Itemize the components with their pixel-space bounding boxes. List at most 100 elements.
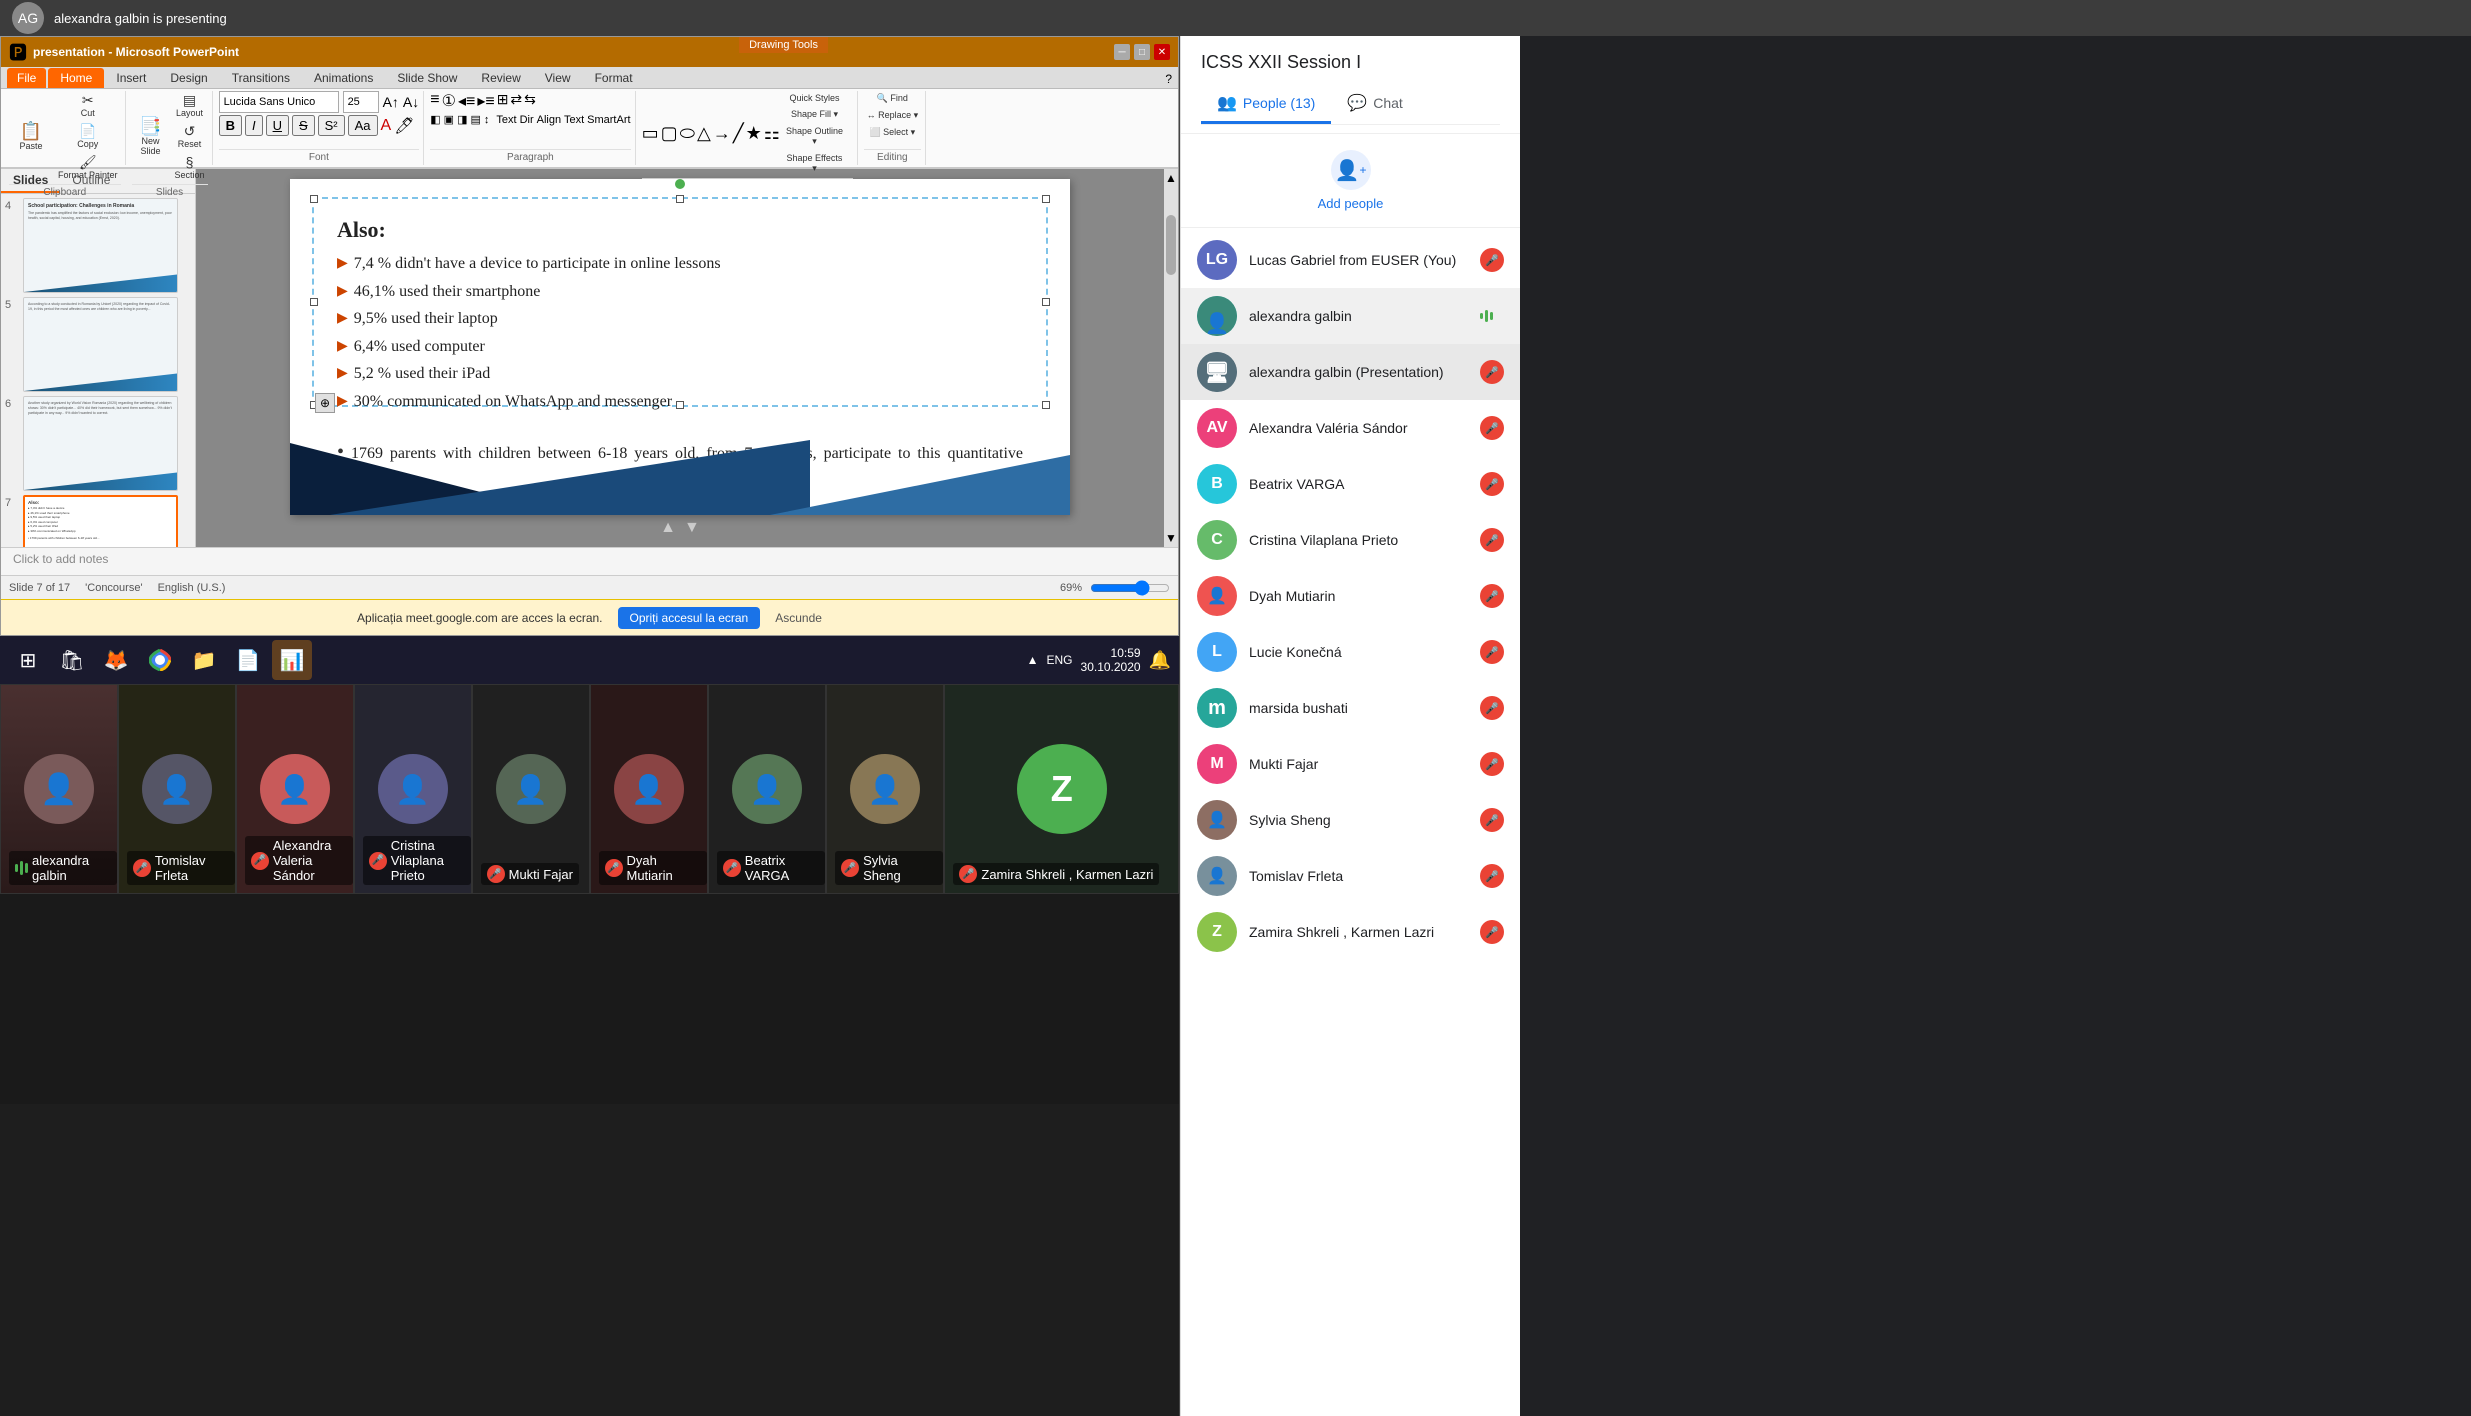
shadow-button[interactable]: S² xyxy=(318,115,345,136)
new-slide-button[interactable]: 📑 NewSlide xyxy=(132,114,170,159)
tab-transitions[interactable]: Transitions xyxy=(220,68,302,88)
resize-handle[interactable]: ⊕ xyxy=(315,393,335,413)
replace-button[interactable]: ↔ Replace ▾ xyxy=(864,108,922,123)
align-center-button[interactable]: ▣ xyxy=(444,113,454,126)
store-button[interactable]: 🛍 xyxy=(52,640,92,680)
pdf-button[interactable]: 📄 xyxy=(228,640,268,680)
tab-insert[interactable]: Insert xyxy=(104,68,158,88)
quick-styles-button[interactable]: Quick Styles xyxy=(783,91,846,105)
slide-thumb-5[interactable]: 5 According to a study conducted in Roma… xyxy=(5,297,191,392)
shape-outline-button[interactable]: Shape Outline ▾ xyxy=(783,124,846,149)
people-tab[interactable]: 👥 People (13) xyxy=(1201,85,1331,124)
shape-rounded[interactable]: ▢ xyxy=(661,123,678,144)
select-button[interactable]: ⬜ Select ▾ xyxy=(866,125,918,140)
dismiss-button[interactable]: Ascunde xyxy=(775,611,822,625)
shape-effects-button[interactable]: Shape Effects ▾ xyxy=(783,151,846,176)
chrome-button[interactable] xyxy=(140,640,180,680)
font-color-button[interactable]: A xyxy=(381,117,392,135)
rtl-button[interactable]: ⇄ xyxy=(510,91,522,111)
scroll-up[interactable]: ▲ xyxy=(1165,171,1177,185)
arrange-button[interactable]: ⚏ xyxy=(764,123,780,144)
inc-indent-button[interactable]: ▸≡ xyxy=(477,91,494,111)
copy-button[interactable]: 📄Copy xyxy=(55,122,121,151)
participant-beatrix: B Beatrix VARGA 🎤 xyxy=(1181,456,1520,512)
ppt-taskbar-button[interactable]: 📊 xyxy=(272,640,312,680)
ribbon-group-clipboard: 📋 Paste ✂Cut 📄Copy 🖌Format Painter Clipb… xyxy=(5,91,126,165)
align-right-button[interactable]: ◨ xyxy=(457,113,467,126)
tab-format[interactable]: Format xyxy=(583,68,645,88)
align-text-button[interactable]: Align Text xyxy=(537,114,585,126)
tab-review[interactable]: Review xyxy=(469,68,532,88)
close-button[interactable]: ✕ xyxy=(1154,44,1170,60)
tab-design[interactable]: Design xyxy=(158,68,219,88)
slide-notes[interactable]: Click to add notes xyxy=(1,547,1178,575)
add-people-button[interactable]: 👤+ xyxy=(1331,150,1371,190)
layout-button[interactable]: ▤Layout xyxy=(172,91,208,120)
firefox-button[interactable]: 🦊 xyxy=(96,640,136,680)
scroll-thumb[interactable] xyxy=(1166,215,1176,275)
cut-button[interactable]: ✂Cut xyxy=(55,91,121,120)
shape-oval[interactable]: ⬭ xyxy=(680,123,695,144)
align-left-button[interactable]: ◧ xyxy=(430,113,440,126)
tab-file[interactable]: File xyxy=(7,68,46,88)
justify-button[interactable]: ▤ xyxy=(470,113,480,126)
reset-button[interactable]: ↺Reset xyxy=(172,122,208,151)
line-spacing-button[interactable]: ↕ xyxy=(484,114,490,126)
start-button[interactable]: ⊞ xyxy=(8,640,48,680)
slide-thumb-4[interactable]: 4 School participation: Challenges in Ro… xyxy=(5,198,191,293)
font-grow[interactable]: A↑ xyxy=(383,94,399,110)
font-shrink[interactable]: A↓ xyxy=(403,94,419,110)
italic-button[interactable]: I xyxy=(245,115,263,136)
bold-button[interactable]: B xyxy=(219,115,242,136)
slide-thumb-6[interactable]: 6 Another study organized by World Visio… xyxy=(5,396,191,491)
find-button[interactable]: 🔍 Find xyxy=(874,91,911,106)
next-slide-btn[interactable]: ▼ xyxy=(684,519,700,537)
smartart-button[interactable]: SmartArt xyxy=(587,114,630,126)
shape-line[interactable]: ╱ xyxy=(733,123,744,144)
maximize-button[interactable]: □ xyxy=(1134,44,1150,60)
notification-text: Aplicația meet.google.com are acces la e… xyxy=(357,611,602,625)
highlight-button[interactable]: 🖊 xyxy=(394,116,414,136)
tab-home[interactable]: Home xyxy=(48,68,104,88)
window-controls: ─ □ ✕ xyxy=(1114,44,1170,60)
zoom-slider[interactable] xyxy=(1090,580,1170,596)
numbering-button[interactable]: ① xyxy=(442,91,456,111)
ribbon-collapse[interactable]: ? xyxy=(1159,70,1178,88)
shape-fill-button[interactable]: Shape Fill ▾ xyxy=(783,107,846,122)
shape-rect[interactable]: ▭ xyxy=(642,123,659,144)
prev-slide-btn[interactable]: ▲ xyxy=(660,519,676,537)
top-bar: AG alexandra galbin is presenting xyxy=(0,0,2471,36)
chat-tab-icon: 💬 xyxy=(1347,93,1367,113)
tab-slideshow[interactable]: Slide Show xyxy=(385,68,469,88)
bullets-button[interactable]: ≡ xyxy=(430,91,439,111)
shape-star[interactable]: ★ xyxy=(746,123,762,144)
slide-scrollbar[interactable]: ▲ ▼ xyxy=(1164,169,1178,547)
strikethrough-button[interactable]: S xyxy=(292,115,315,136)
case-button[interactable]: Aa xyxy=(348,115,378,136)
format-painter-button[interactable]: 🖌Format Painter xyxy=(55,153,121,182)
name-lucie: Lucie Konečná xyxy=(1249,644,1468,660)
folder-button[interactable]: 📁 xyxy=(184,640,224,680)
minimize-button[interactable]: ─ xyxy=(1114,44,1130,60)
mute-zamira: 🎤 xyxy=(1480,920,1504,944)
underline-button[interactable]: U xyxy=(266,115,289,136)
col-button[interactable]: ⊞ xyxy=(497,91,509,111)
notifications-icon[interactable]: 🔔 xyxy=(1149,650,1171,671)
ltr-button[interactable]: ⇆ xyxy=(524,91,536,111)
paste-button[interactable]: 📋 Paste xyxy=(9,119,53,154)
text-direction-button[interactable]: Text Dir xyxy=(496,114,533,126)
chat-tab[interactable]: 💬 Chat xyxy=(1331,85,1419,124)
font-size-input[interactable] xyxy=(343,91,379,113)
font-name-input[interactable] xyxy=(219,91,339,113)
stop-sharing-button[interactable]: Opriți accesul la ecran xyxy=(618,607,761,629)
tab-animations[interactable]: Animations xyxy=(302,68,385,88)
scroll-down[interactable]: ▼ xyxy=(1165,531,1177,545)
shape-arrow[interactable]: → xyxy=(713,123,731,144)
slide-work-area: Slides Outline 4 School participation: C… xyxy=(1,169,1178,547)
shape-triangle[interactable]: △ xyxy=(697,123,711,144)
section-button[interactable]: §Section xyxy=(172,153,208,182)
dec-indent-button[interactable]: ◂≡ xyxy=(458,91,475,111)
tab-view[interactable]: View xyxy=(533,68,583,88)
slide-thumb-7[interactable]: 7 Also: ▸ 7,4% didn't have a device▸ 46,… xyxy=(5,495,191,547)
add-people-label[interactable]: Add people xyxy=(1318,196,1384,211)
